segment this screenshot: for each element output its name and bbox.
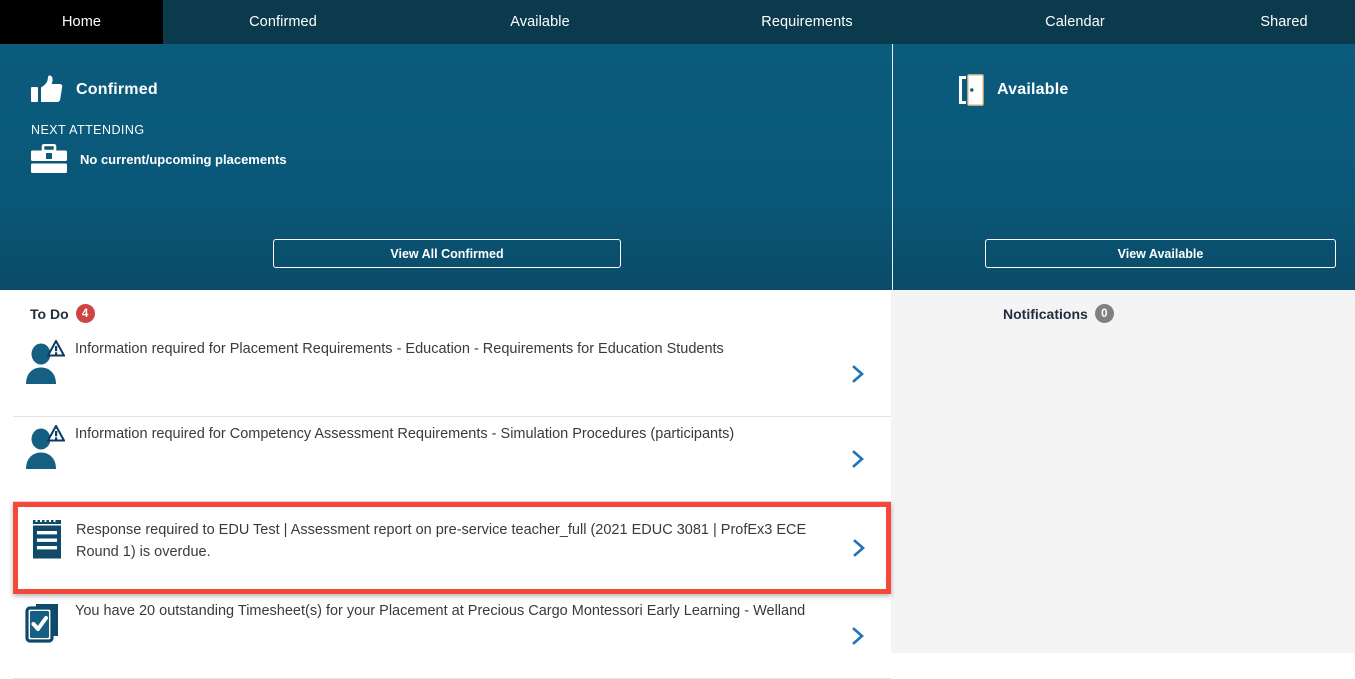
nav-tab-shared[interactable]: Shared	[1213, 0, 1355, 44]
chevron-right-icon[interactable]	[851, 626, 865, 646]
chevron-right-icon[interactable]	[851, 449, 865, 469]
todo-item-text: Information required for Competency Asse…	[75, 426, 735, 442]
available-title: Available	[997, 81, 1069, 98]
lower-section: To Do 4 Information required for Placeme…	[0, 290, 1355, 679]
chevron-right-icon[interactable]	[851, 364, 865, 384]
confirmed-title-row: Confirmed	[0, 73, 892, 107]
main-navigation-bar: Home Confirmed Available Requirements Ca…	[0, 0, 1355, 44]
todo-panel: To Do 4 Information required for Placeme…	[0, 290, 891, 679]
todo-list: Information required for Placement Requi…	[13, 332, 891, 679]
available-title-row: Available	[893, 73, 1355, 107]
nav-tab-confirmed[interactable]: Confirmed	[163, 0, 403, 44]
next-attending-text: No current/upcoming placements	[80, 151, 287, 167]
todo-item-text: Response required to EDU Test | Assessme…	[76, 522, 807, 560]
timesheet-check-icon	[13, 594, 75, 644]
notifications-panel: Notifications 0	[891, 290, 1355, 653]
nav-tab-available-label: Available	[510, 14, 570, 30]
nav-tab-shared-label: Shared	[1260, 14, 1308, 30]
nav-tab-requirements[interactable]: Requirements	[677, 0, 937, 44]
todo-item-text: Information required for Placement Requi…	[75, 341, 724, 357]
todo-heading-label: To Do	[30, 305, 69, 322]
todo-heading: To Do 4	[0, 290, 891, 323]
notifications-heading: Notifications 0	[891, 290, 1355, 323]
open-door-icon	[957, 74, 985, 106]
nav-tab-confirmed-label: Confirmed	[249, 14, 317, 30]
nav-tab-calendar[interactable]: Calendar	[937, 0, 1213, 44]
notepad-icon	[18, 507, 76, 559]
confirmed-panel: Confirmed NEXT ATTENDING No current/upco…	[0, 44, 892, 290]
confirmed-title: Confirmed	[76, 81, 158, 98]
todo-item[interactable]: Information required for Placement Requi…	[13, 332, 891, 417]
todo-item-text: You have 20 outstanding Timesheet(s) for…	[75, 603, 806, 619]
todo-item[interactable]: You have 20 outstanding Timesheet(s) for…	[13, 594, 891, 679]
nav-tab-home[interactable]: Home	[0, 0, 163, 44]
next-attending-row: No current/upcoming placements	[0, 143, 892, 174]
nav-tab-requirements-label: Requirements	[761, 14, 853, 30]
nav-tab-available[interactable]: Available	[403, 0, 677, 44]
todo-count-badge: 4	[75, 304, 95, 323]
briefcase-icon	[30, 143, 68, 174]
chevron-right-icon[interactable]	[852, 538, 866, 558]
available-panel: Available View Available	[892, 44, 1355, 290]
notifications-heading-label: Notifications	[1003, 305, 1088, 322]
view-available-button[interactable]: View Available	[985, 239, 1336, 268]
nav-tab-home-label: Home	[61, 14, 102, 30]
nav-tab-calendar-label: Calendar	[1045, 14, 1105, 30]
view-all-confirmed-button[interactable]: View All Confirmed	[273, 239, 621, 268]
person-warning-icon	[13, 417, 75, 469]
person-warning-icon	[13, 332, 75, 384]
hero-section: Confirmed NEXT ATTENDING No current/upco…	[0, 44, 1355, 290]
notifications-count-badge: 0	[1094, 304, 1114, 323]
todo-item[interactable]: Information required for Competency Asse…	[13, 417, 891, 502]
next-attending-label: NEXT ATTENDING	[31, 123, 145, 137]
thumbs-up-icon	[30, 74, 64, 106]
todo-item-highlighted[interactable]: Response required to EDU Test | Assessme…	[13, 502, 891, 594]
